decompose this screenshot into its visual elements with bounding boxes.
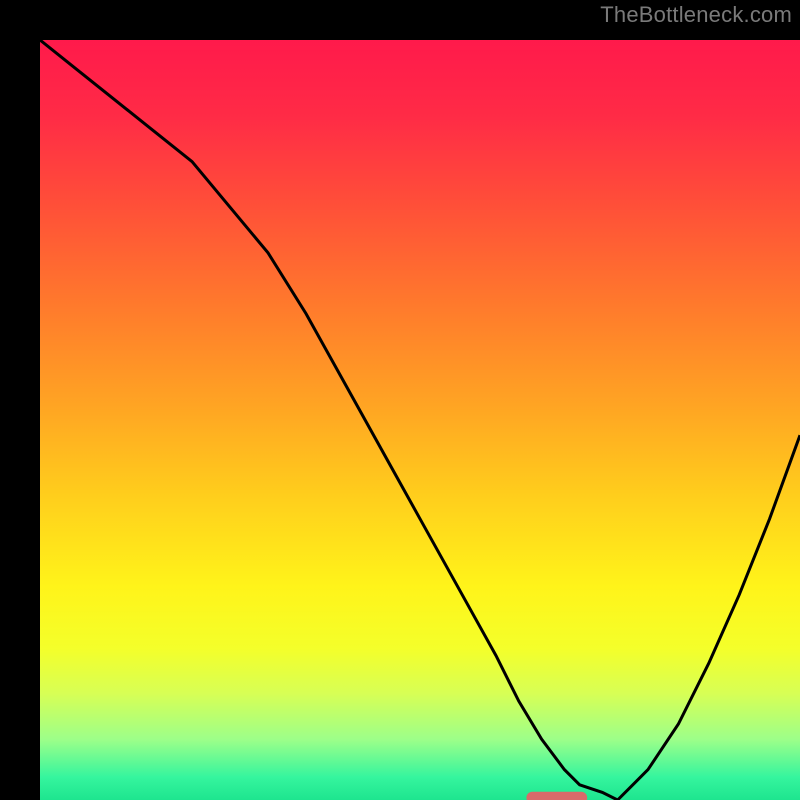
- optimal-range-marker: [526, 792, 587, 800]
- watermark-text: TheBottleneck.com: [600, 2, 792, 28]
- gradient-plane: [40, 40, 800, 800]
- chart-frame: [20, 20, 780, 780]
- bottleneck-chart: [40, 40, 800, 800]
